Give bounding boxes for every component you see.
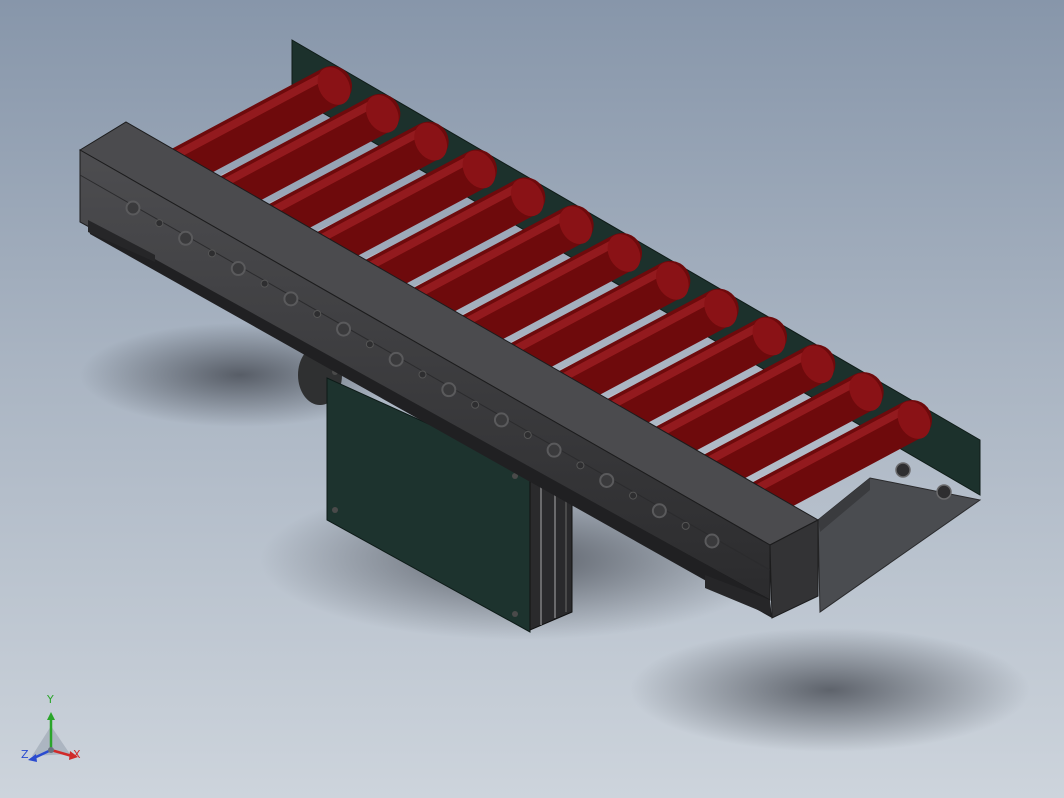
rail-bolt — [178, 230, 194, 246]
model-viewport[interactable]: Y Z X — [0, 0, 1064, 798]
rail-bolt — [704, 533, 720, 549]
rail-rivet — [576, 461, 585, 470]
rail-rivet — [471, 400, 480, 409]
orientation-triad[interactable]: Y Z X — [18, 694, 88, 770]
rail-bolt — [230, 261, 246, 277]
rail-rivet — [523, 431, 532, 440]
rail-rivet — [365, 340, 374, 349]
rail-bolt — [546, 442, 562, 458]
bottom-tray — [817, 477, 982, 613]
rail-rivet — [260, 279, 269, 288]
rail-rivet — [629, 491, 638, 500]
mount-screw — [332, 507, 338, 513]
triad-y-label: Y — [47, 693, 54, 706]
rail-rivet — [681, 521, 690, 530]
rail-rivet — [313, 309, 322, 318]
rail-bolt — [599, 472, 615, 488]
rail-rivet — [207, 249, 216, 258]
conveyor-model[interactable] — [0, 0, 1064, 798]
rail-bolt — [336, 321, 352, 337]
rail-bolt — [651, 503, 667, 519]
rail-bolt — [283, 291, 299, 307]
triad-z-label: Z — [21, 748, 29, 761]
rail-rivet — [418, 370, 427, 379]
triad-x-label: X — [73, 748, 81, 761]
rail-bolt — [125, 200, 141, 216]
rail-rivet — [155, 219, 164, 228]
tray-bolt — [936, 484, 952, 500]
rail-bolt — [388, 351, 404, 367]
mount-screw — [512, 611, 518, 617]
rail-bolt — [441, 382, 457, 398]
rail-bolt — [493, 412, 509, 428]
